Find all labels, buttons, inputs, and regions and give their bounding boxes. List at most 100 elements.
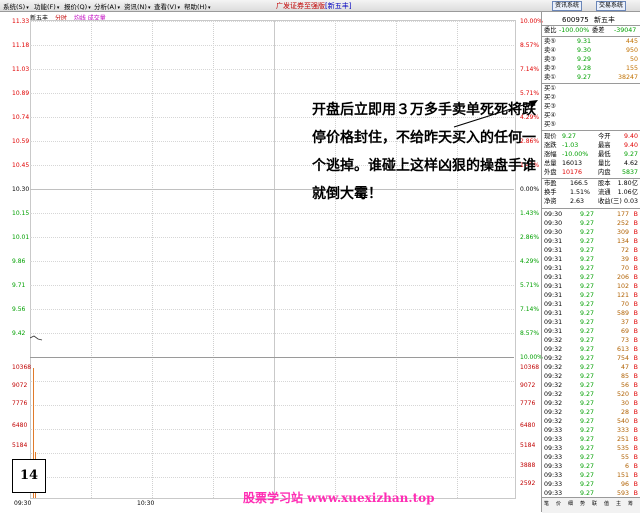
panel-tab[interactable]: 笔	[544, 500, 549, 507]
tick-direction: B	[633, 391, 638, 398]
tick-row: 09:30 9.27 309 B	[542, 228, 640, 237]
tick-row: 09:32 9.27 56 B	[542, 381, 640, 390]
tick-price: 9.27	[580, 463, 595, 470]
tick-row: 09:33 9.27 6 B	[542, 462, 640, 471]
tick-price: 9.27	[580, 265, 595, 272]
grid-h	[30, 453, 514, 454]
menu-news[interactable]: 资讯(N)	[124, 1, 150, 11]
panel-tab[interactable]: 势	[580, 500, 585, 507]
volume-tick-right: 3888	[520, 462, 536, 469]
tick-time: 09:31	[544, 319, 563, 326]
grid-h	[30, 405, 514, 406]
grid-h	[30, 45, 514, 46]
tick-row: 09:33 9.27 535 B	[542, 444, 640, 453]
panel-tab[interactable]: 值	[604, 500, 609, 507]
sell-volume: 950	[625, 47, 638, 54]
quote-label: 涨幅	[544, 151, 557, 158]
buy-order-row: 买⑤	[542, 120, 640, 129]
buy-level-label: 买①	[544, 85, 556, 92]
tick-time: 09:31	[544, 328, 563, 335]
sell-order-row: 卖② 9.28 155	[542, 64, 640, 73]
tick-time: 09:32	[544, 418, 563, 425]
tick-volume: 56	[620, 382, 629, 389]
quote-label: 现价	[544, 133, 557, 140]
panel-tab[interactable]: 联	[592, 500, 597, 507]
quote-label: 总量	[544, 160, 557, 167]
buy-order-row: 买④	[542, 111, 640, 120]
tick-volume: 47	[620, 364, 629, 371]
panel-tab[interactable]: 价	[556, 500, 561, 507]
stat-label: 流通	[598, 189, 611, 196]
price-tick: 10.74	[12, 114, 30, 121]
volume-tick: 5184	[12, 442, 28, 449]
menu-quote[interactable]: 报价(Q)	[64, 1, 91, 11]
tick-volume: 37	[620, 319, 629, 326]
stock-header: 600975 新五丰	[562, 15, 615, 25]
tick-volume: 134	[616, 238, 629, 245]
tick-time: 09:33	[544, 472, 563, 479]
menu-analysis[interactable]: 分析(A)	[94, 1, 120, 11]
watermark: 股票学习站 www.xuexizhan.top	[243, 491, 435, 505]
tick-row: 09:31 9.27 39 B	[542, 255, 640, 264]
pct-tick: 10.00%	[520, 354, 543, 361]
tick-direction: B	[633, 481, 638, 488]
tick-volume: 177	[616, 211, 629, 218]
pct-tick: 8.57%	[520, 330, 540, 337]
quote-value: 4.62	[623, 160, 638, 167]
tick-direction: B	[633, 247, 638, 254]
menu-system[interactable]: 系统(S)	[3, 1, 29, 11]
menu-view[interactable]: 查看(V)	[154, 1, 180, 11]
app-title-stock: [新五丰]	[325, 2, 352, 10]
sell-level-label: 卖①	[544, 74, 556, 81]
price-tick: 10.15	[12, 210, 30, 217]
volume-tick: 7776	[12, 400, 28, 407]
price-tick: 9.86	[12, 258, 26, 265]
sell-price: 9.30	[577, 47, 592, 54]
grid-v-mid	[274, 20, 275, 498]
quote-value: 9.27	[562, 133, 577, 140]
buy-level-label: 买④	[544, 112, 556, 119]
stat-value: 2.63	[570, 198, 585, 205]
tick-direction: B	[633, 337, 638, 344]
info-system-button[interactable]: 资讯系统	[552, 1, 583, 11]
tick-time: 09:32	[544, 373, 563, 380]
pct-tick: 8.57%	[520, 42, 540, 49]
tick-price: 9.27	[580, 292, 595, 299]
panel-tab[interactable]: 筹	[628, 500, 633, 507]
tick-row: 09:32 9.27 47 B	[542, 363, 640, 372]
tick-direction: B	[633, 319, 638, 326]
sell-level-label: 卖③	[544, 56, 556, 63]
tick-volume: 520	[616, 391, 629, 398]
price-tick: 10.45	[12, 162, 30, 169]
tick-time: 09:31	[544, 265, 563, 272]
tick-row: 09:33 9.27 333 B	[542, 426, 640, 435]
tick-time: 09:33	[544, 436, 563, 443]
menu-help[interactable]: 帮助(H)	[184, 1, 210, 11]
tick-price: 9.27	[580, 355, 595, 362]
stat-label: 股本	[598, 180, 611, 187]
tick-price: 9.27	[580, 301, 595, 308]
tick-volume: 540	[616, 418, 629, 425]
tick-price: 9.27	[580, 418, 595, 425]
volume-tick-right: 2592	[520, 480, 536, 487]
panel-tab[interactable]: 细	[568, 500, 573, 507]
quote-row: 外盘 10176 内盘 5837	[542, 168, 640, 177]
tick-time: 09:32	[544, 337, 563, 344]
stat-label: 收益(三)	[598, 198, 622, 205]
tick-time: 09:33	[544, 445, 563, 452]
price-tick: 9.71	[12, 282, 26, 289]
trade-system-button[interactable]: 交易系统	[596, 1, 627, 11]
pct-tick: 7.14%	[520, 306, 540, 313]
pct-tick: 7.14%	[520, 66, 540, 73]
quote-label: 量比	[598, 160, 611, 167]
grid-v	[457, 20, 458, 498]
panel-tab[interactable]: 主	[616, 500, 621, 507]
grid-h	[30, 93, 514, 94]
menu-function[interactable]: 功能(F)	[34, 1, 59, 11]
stat-value: 166.5	[570, 180, 589, 187]
buy-order-row: 买③	[542, 102, 640, 111]
grid-h	[30, 477, 514, 478]
tick-volume: 102	[616, 283, 629, 290]
grid-v	[213, 20, 214, 498]
tick-price: 9.27	[580, 229, 595, 236]
